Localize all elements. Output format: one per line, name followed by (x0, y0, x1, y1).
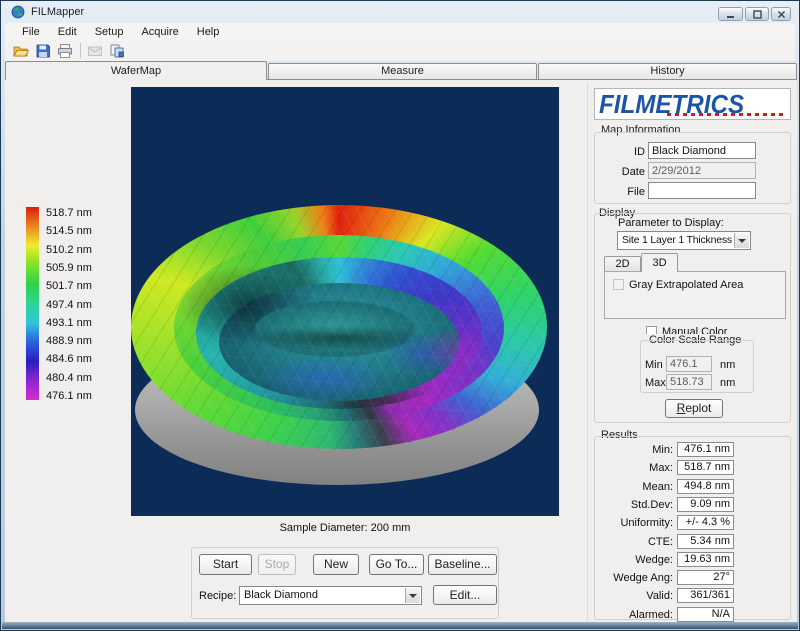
parameter-value: Site 1 Layer 1 Thickness (622, 234, 733, 246)
result-label: Uniformity: (601, 517, 673, 529)
result-label: Wedge Ang: (601, 572, 673, 584)
wafermap-page: 518.7 nm 514.5 nm 510.2 nm 505.9 nm 501.… (5, 79, 797, 623)
chevron-down-icon[interactable] (734, 233, 749, 248)
go-to-button[interactable]: Go To... (369, 554, 424, 575)
min-unit: nm (720, 359, 735, 371)
start-button[interactable]: Start (199, 554, 252, 575)
color-scale-label: 476.1 nm (46, 390, 106, 402)
window-title: FILMapper (31, 6, 84, 18)
title-bar[interactable]: FILMapper (5, 1, 795, 23)
max-unit: nm (720, 377, 735, 389)
menu-bar: File Edit Setup Acquire Help (5, 23, 795, 41)
panel-divider (587, 82, 588, 621)
gray-extrapolated-label: Gray Extrapolated Area (629, 279, 743, 291)
close-icon[interactable] (771, 7, 791, 21)
result-label: CTE: (601, 536, 673, 548)
result-value: 9.09 nm (677, 497, 734, 512)
color-scale-bar (26, 207, 39, 400)
chevron-down-icon[interactable] (405, 588, 420, 603)
id-label: ID (611, 146, 645, 158)
result-value: 5.34 nm (677, 534, 734, 549)
tab-strip: WaferMap Measure History (5, 61, 795, 79)
result-value: N/A (677, 607, 734, 622)
maximize-icon[interactable] (745, 7, 769, 21)
date-input[interactable] (648, 162, 756, 179)
parameter-combo[interactable]: Site 1 Layer 1 Thickness (617, 231, 751, 250)
sample-diameter-caption: Sample Diameter: 200 mm (131, 522, 559, 534)
save-icon[interactable] (35, 43, 51, 59)
toolbar (5, 41, 795, 61)
result-label: Mean: (601, 481, 673, 493)
max-label: Max (645, 377, 666, 389)
result-label: Valid: (601, 590, 673, 602)
toolbar-separator (80, 43, 81, 58)
color-scale-label: 484.6 nm (46, 353, 106, 365)
color-scale-label: 518.7 nm (46, 207, 106, 219)
color-scale-label: 497.4 nm (46, 299, 106, 311)
result-value: 476.1 nm (677, 442, 734, 457)
file-label: File (611, 186, 645, 198)
result-value: 518.7 nm (677, 460, 734, 475)
menu-setup[interactable]: Setup (86, 24, 133, 40)
app-icon (11, 5, 25, 19)
result-label: Wedge: (601, 554, 673, 566)
color-scale-label: 480.4 nm (46, 372, 106, 384)
recipe-value: Black Diamond (244, 589, 404, 601)
result-label: Min: (601, 444, 673, 456)
export-icon[interactable] (109, 43, 125, 59)
tab-3d[interactable]: 3D (641, 253, 678, 272)
new-button[interactable]: New (313, 554, 359, 575)
color-scale-label: 510.2 nm (46, 244, 106, 256)
logo-red-dashes (667, 113, 784, 116)
result-value: +/- 4.3 % (677, 515, 734, 530)
max-input[interactable] (666, 374, 712, 390)
menu-edit[interactable]: Edit (49, 24, 86, 40)
result-value: 494.8 nm (677, 479, 734, 494)
file-input[interactable] (648, 182, 756, 199)
result-label: Max: (601, 462, 673, 474)
result-label: Std.Dev: (601, 499, 673, 511)
color-scale-label: 514.5 nm (46, 225, 106, 237)
app-window: FILMapper File Edit Setup Acquire Help (0, 0, 800, 631)
color-scale-label: 501.7 nm (46, 280, 106, 292)
print-icon[interactable] (57, 43, 73, 59)
minimize-icon[interactable] (718, 7, 743, 21)
parameter-to-display-label: Parameter to Display: (618, 217, 724, 229)
open-file-icon[interactable] (13, 43, 29, 59)
replot-button[interactable]: Replot (665, 399, 723, 418)
result-value: 27° (677, 570, 734, 585)
baseline-button[interactable]: Baseline... (428, 554, 497, 575)
color-scale-label: 505.9 nm (46, 262, 106, 274)
tab-history[interactable]: History (538, 63, 797, 79)
min-input[interactable] (666, 356, 712, 372)
id-input[interactable] (648, 142, 756, 159)
result-value: 361/361 (677, 588, 734, 603)
filmetrics-logo: FILMETRICS (594, 88, 791, 120)
menu-file[interactable]: File (13, 24, 49, 40)
tab-measure[interactable]: Measure (268, 63, 537, 79)
tab-wafermap[interactable]: WaferMap (5, 61, 267, 80)
result-label: Alarmed: (601, 609, 673, 621)
wafer-3d-view[interactable] (131, 87, 559, 516)
send-icon[interactable] (87, 43, 103, 59)
result-value: 19.63 nm (677, 552, 734, 567)
color-scale-label: 493.1 nm (46, 317, 106, 329)
menu-acquire[interactable]: Acquire (132, 24, 187, 40)
recipe-label: Recipe: (199, 590, 236, 602)
edit-recipe-button[interactable]: Edit... (433, 585, 497, 605)
wafer-mesh-facets (131, 205, 547, 451)
gray-extrapolated-checkbox[interactable] (613, 279, 624, 290)
recipe-combo[interactable]: Black Diamond (239, 586, 422, 605)
window-bottom-border (2, 622, 798, 629)
replot-label: Replot (666, 400, 722, 417)
date-label: Date (611, 166, 645, 178)
menu-help[interactable]: Help (188, 24, 229, 40)
tab-2d[interactable]: 2D (604, 256, 641, 272)
stop-button[interactable]: Stop (258, 554, 296, 575)
min-label: Min (645, 359, 663, 371)
color-scale-label: 488.9 nm (46, 335, 106, 347)
